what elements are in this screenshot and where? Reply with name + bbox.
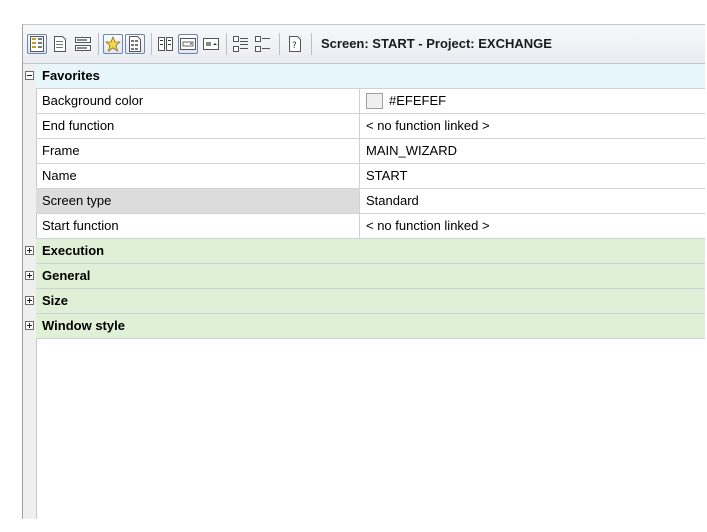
property-row-start-function[interactable]: Start function < no function linked > [36,214,705,239]
property-value-text: #EFEFEF [389,93,447,108]
toolbar-separator [311,33,312,55]
expand-icon[interactable] [25,271,34,280]
property-value[interactable]: MAIN_WIZARD [361,139,705,163]
color-swatch[interactable] [366,92,383,109]
expand-all-icon[interactable] [231,34,251,54]
category-label: Favorites [42,68,100,83]
category-general[interactable]: General [25,264,705,289]
property-name: Screen type [36,189,360,213]
list-icon[interactable] [73,34,93,54]
svg-text:?: ? [292,41,297,51]
toolbar-separator [226,33,227,55]
toolbar-separator [98,33,99,55]
property-value[interactable]: START [361,164,705,188]
edit-field-alt-icon[interactable] [201,34,221,54]
favorites-star-icon[interactable] [103,34,123,54]
property-value[interactable]: Standard [361,189,705,213]
property-value[interactable]: < no function linked > [361,114,705,138]
property-name: Start function [36,214,360,238]
toolbar-separator [279,33,280,55]
category-label: Window style [42,318,125,333]
property-row-end-function[interactable]: End function < no function linked > [36,114,705,139]
screen-project-title: Screen: START - Project: EXCHANGE [321,36,552,51]
sort-icon[interactable] [156,34,176,54]
property-name: Background color [36,89,360,113]
property-row-frame[interactable]: Frame MAIN_WIZARD [36,139,705,164]
category-label: Size [42,293,69,308]
property-row-background-color[interactable]: Background color #EFEFEF [36,89,705,114]
category-favorites[interactable]: Favorites [25,64,705,89]
row-gutter [23,64,37,519]
property-name: End function [36,114,360,138]
collapse-all-icon[interactable] [253,34,273,54]
property-row-name[interactable]: Name START [36,164,705,189]
category-size[interactable]: Size [25,289,705,314]
properties-toolbar: ? Screen: START - Project: EXCHANGE [23,25,705,64]
collapse-icon[interactable] [25,71,34,80]
expand-icon[interactable] [25,246,34,255]
favorites-list-icon[interactable] [125,34,145,54]
property-value[interactable]: < no function linked > [361,214,705,238]
category-label: General [42,268,91,283]
properties-panel: ? Screen: START - Project: EXCHANGE Favo… [22,24,705,519]
property-value[interactable]: #EFEFEF [361,89,705,113]
page-icon[interactable] [50,34,70,54]
grid-view-icon[interactable] [27,34,47,54]
property-name: Name [36,164,360,188]
category-execution[interactable]: Execution [25,239,705,264]
property-name: Frame [36,139,360,163]
category-window-style[interactable]: Window style [25,314,705,339]
expand-icon[interactable] [25,296,34,305]
property-row-screen-type[interactable]: Screen type Standard [36,189,705,214]
expand-icon[interactable] [25,321,34,330]
help-icon[interactable]: ? [285,34,305,54]
toolbar-separator [151,33,152,55]
edit-field-icon[interactable] [178,34,198,54]
category-label: Execution [42,243,105,258]
